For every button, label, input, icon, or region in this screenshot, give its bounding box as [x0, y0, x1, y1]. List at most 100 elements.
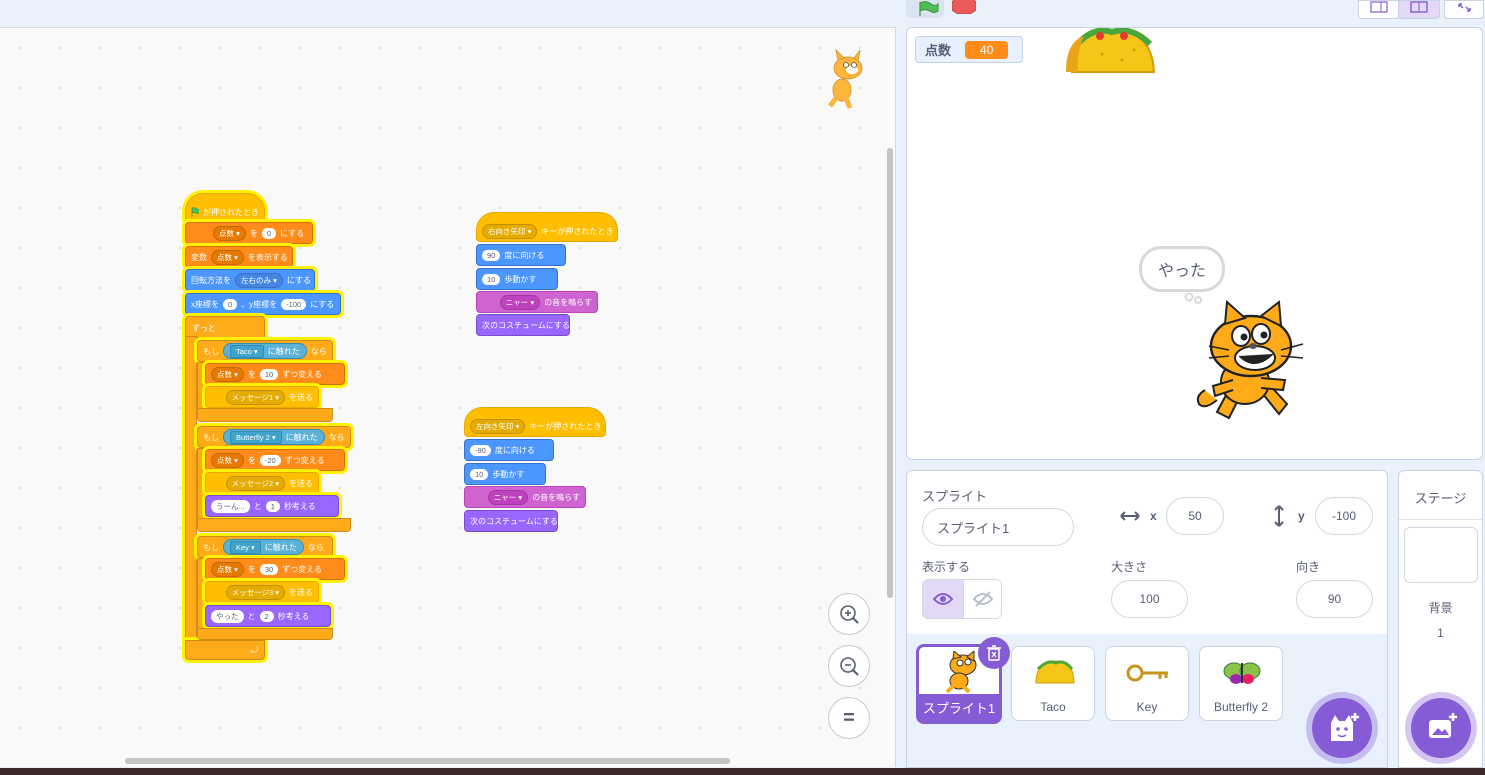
zoom-in-icon: [840, 605, 859, 624]
broadcast-block[interactable]: メッセージ3 ▾ を送る: [205, 581, 319, 603]
green-flag-button[interactable]: [906, 0, 944, 18]
delete-sprite-button[interactable]: [978, 637, 1010, 669]
sprite-tile-butterfly2[interactable]: Butterfly 2: [1199, 646, 1283, 721]
key-dropdown[interactable]: 右向き矢印 ▾: [482, 223, 538, 239]
when-key-pressed-block-left[interactable]: 左向き矢印 ▾ キーが押されたとき: [464, 407, 606, 437]
block-text: 秒考える: [283, 501, 316, 511]
touching-block[interactable]: Taco ▾ に触れた: [223, 343, 307, 359]
start-sound-block[interactable]: ニャー ▾ の音を鳴らす: [476, 291, 598, 313]
horizontal-scrollbar[interactable]: [125, 758, 730, 764]
rotation-dropdown[interactable]: 左右のみ ▾: [235, 272, 283, 288]
zoom-reset-button[interactable]: =: [828, 697, 870, 739]
sprite-tile-taco[interactable]: Taco: [1011, 646, 1095, 721]
hide-button[interactable]: [964, 580, 1001, 618]
set-rotation-style-block[interactable]: 回転方法を 左右のみ ▾ にする: [185, 269, 315, 291]
go-to-xy-block[interactable]: x座標を 0 、y座標を -100 にする: [185, 293, 341, 315]
secs-input[interactable]: 2: [259, 610, 274, 622]
change-variable-block[interactable]: 点数 ▾ を 30 ずつ変える: [205, 558, 345, 580]
value-input[interactable]: 0: [261, 227, 277, 239]
when-flag-clicked-block[interactable]: が押されたとき: [185, 193, 265, 223]
broadcast-block[interactable]: メッセージ1 ▾ を送る: [205, 386, 319, 408]
add-backdrop-button[interactable]: [1411, 698, 1471, 758]
value-input[interactable]: 30: [259, 563, 279, 575]
variable-dropdown[interactable]: 点数 ▾: [211, 366, 244, 382]
secs-input[interactable]: 1: [265, 500, 280, 512]
message-dropdown[interactable]: メッセージ2 ▾: [225, 475, 285, 491]
move-steps-block[interactable]: 10 歩動かす: [476, 268, 558, 290]
variable-dropdown[interactable]: 点数 ▾: [211, 249, 244, 265]
steps-input[interactable]: 10: [482, 273, 501, 285]
size-input[interactable]: 100: [1111, 580, 1188, 618]
point-in-direction-block[interactable]: 90 度に向ける: [476, 244, 566, 266]
sprite-tile-key[interactable]: Key: [1105, 646, 1189, 721]
add-sprite-button[interactable]: [1312, 698, 1372, 758]
zoom-out-button[interactable]: [828, 645, 870, 687]
next-costume-block[interactable]: 次のコスチュームにする: [476, 314, 570, 336]
change-variable-block[interactable]: 点数 ▾ を 10 ずつ変える: [205, 363, 345, 385]
variable-dropdown[interactable]: 点数 ▾: [213, 225, 246, 241]
x-input[interactable]: 50: [1166, 497, 1224, 535]
key-dropdown[interactable]: 左向き矢印 ▾: [470, 418, 526, 434]
sprite-name-input[interactable]: スプライト1: [922, 508, 1074, 546]
sprite-dropdown[interactable]: Taco ▾: [230, 344, 264, 358]
direction-input[interactable]: 90: [482, 249, 501, 261]
show-button[interactable]: [923, 580, 964, 618]
cat-sprite[interactable]: [1195, 300, 1315, 426]
sound-dropdown[interactable]: ニャー ▾: [487, 489, 529, 505]
touching-block[interactable]: Key ▾ に触れた: [223, 539, 304, 555]
steps-input[interactable]: 10: [470, 468, 489, 480]
vertical-scrollbar[interactable]: [887, 148, 893, 598]
touching-block[interactable]: Butterfly 2 ▾ に触れた: [223, 429, 325, 445]
if-block-key[interactable]: もし Key ▾ に触れた なら: [197, 536, 333, 558]
loop-arrow-icon: ⤾: [250, 645, 259, 655]
direction-input[interactable]: 90: [1296, 580, 1373, 618]
when-key-pressed-block-right[interactable]: 右向き矢印 ▾ キーが押されたとき: [476, 212, 618, 242]
value-input[interactable]: 10: [259, 368, 279, 380]
message-dropdown[interactable]: メッセージ1 ▾: [225, 389, 285, 405]
zoom-in-button[interactable]: [828, 593, 870, 635]
fullscreen-icon: [1458, 3, 1471, 12]
block-text: キーが押されたとき: [541, 226, 614, 236]
y-input[interactable]: -100: [281, 298, 307, 310]
sprite-dropdown[interactable]: Key ▾: [230, 540, 261, 554]
if-block-taco[interactable]: もし Taco ▾ に触れた なら: [197, 340, 333, 362]
code-workspace[interactable]: [0, 27, 896, 767]
normal-stage-button[interactable]: [1398, 0, 1440, 19]
block-text: 度に向ける: [504, 250, 545, 260]
sprite-dropdown[interactable]: Butterfly 2 ▾: [230, 430, 282, 444]
variable-dropdown[interactable]: 点数 ▾: [211, 452, 244, 468]
x-input[interactable]: 0: [223, 298, 238, 310]
start-sound-block[interactable]: ニャー ▾ の音を鳴らす: [464, 486, 586, 508]
variable-monitor: 点数 40: [915, 36, 1023, 63]
next-costume-block[interactable]: 次のコスチュームにする: [464, 510, 558, 532]
block-text: にする: [286, 275, 311, 285]
variable-dropdown[interactable]: 点数 ▾: [211, 561, 244, 577]
change-variable-block[interactable]: 点数 ▾ を -20 ずつ変える: [205, 449, 345, 471]
if-bottom: [197, 408, 333, 422]
stop-button[interactable]: [951, 0, 977, 15]
point-in-direction-block[interactable]: -90 度に向ける: [464, 439, 554, 461]
think-for-secs-block[interactable]: やった と 2 秒考える: [205, 605, 331, 627]
taco-sprite[interactable]: [1062, 27, 1162, 76]
sound-dropdown[interactable]: ニャー ▾: [499, 294, 541, 310]
small-stage-button[interactable]: [1358, 0, 1400, 19]
forever-arm: [185, 336, 197, 642]
value-input[interactable]: -20: [259, 454, 281, 466]
broadcast-block[interactable]: メッセージ2 ▾ を送る: [205, 472, 319, 494]
show-variable-block[interactable]: 変数 点数 ▾ を表示する: [185, 246, 293, 268]
direction-input[interactable]: -90: [470, 444, 491, 456]
message-input[interactable]: うーん...: [211, 499, 250, 513]
move-steps-block[interactable]: 10 歩動かす: [464, 463, 546, 485]
think-for-secs-block[interactable]: うーん... と 1 秒考える: [205, 495, 339, 517]
y-input[interactable]: -100: [1315, 497, 1373, 535]
backdrop-thumbnail[interactable]: [1404, 527, 1478, 583]
if-block-butterfly[interactable]: もし Butterfly 2 ▾ に触れた なら: [197, 426, 351, 448]
fullscreen-button[interactable]: [1444, 0, 1484, 19]
block-text: 変数: [191, 252, 207, 262]
message-dropdown[interactable]: メッセージ3 ▾: [225, 584, 285, 600]
message-input[interactable]: やった: [211, 609, 244, 623]
show-label: 表示する: [922, 560, 971, 574]
forever-block[interactable]: ずっと: [185, 316, 265, 338]
set-variable-block[interactable]: 点数 ▾ を 0 にする: [185, 222, 313, 244]
stage[interactable]: 点数 40 やった: [906, 27, 1483, 460]
